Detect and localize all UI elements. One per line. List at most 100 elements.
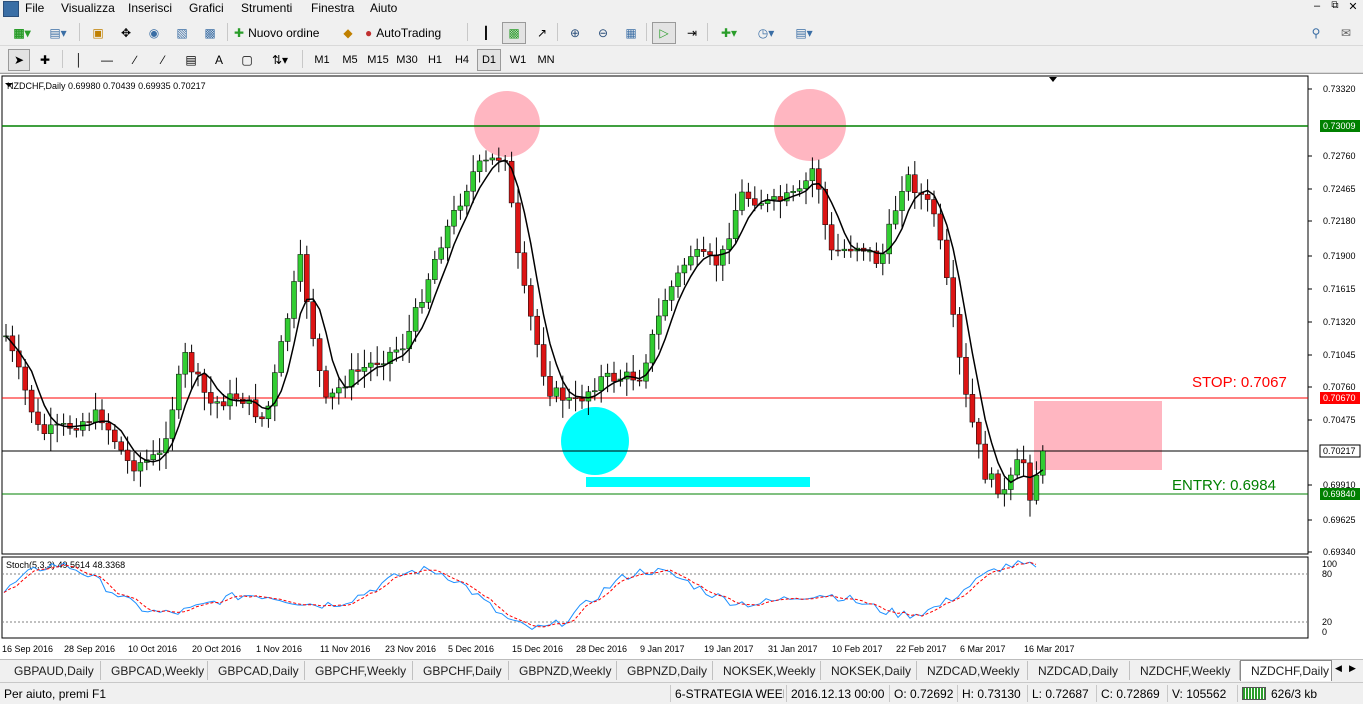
chart-canvas[interactable]: NZDCHF,Daily 0.69980 0.70439 0.69935 0.7… — [0, 74, 1363, 660]
text-tool-icon[interactable]: A — [208, 49, 230, 71]
status-close: C: 0.72869 — [1096, 685, 1165, 702]
horizontal-line-icon[interactable]: — — [96, 49, 118, 71]
bearish-candle — [105, 422, 112, 431]
status-help: Per aiuto, premi F1 — [4, 686, 107, 701]
expert-editor-icon[interactable]: ◆ — [336, 22, 360, 44]
stochastic-frame — [1, 556, 1309, 639]
bullish-candle — [156, 452, 163, 455]
bullish-candle — [412, 307, 419, 332]
zoom-in-icon[interactable]: ⊕ — [563, 22, 587, 44]
chart-window[interactable]: NZDCHF,Daily 0.69980 0.70439 0.69935 0.7… — [0, 73, 1363, 662]
tab-nzdcad-weekly[interactable]: NZDCAD,Weekly — [917, 661, 1028, 680]
bullish-candle — [566, 397, 572, 401]
line-chart-icon[interactable]: ↗ — [530, 22, 554, 44]
timeframe-m30[interactable]: M30 — [393, 49, 421, 71]
profiles-icon[interactable]: ▤▾ — [42, 22, 74, 44]
bearish-candle — [1027, 462, 1033, 501]
bearish-candle — [374, 362, 380, 365]
menu-tools[interactable]: Strumenti — [241, 1, 292, 15]
channel-icon[interactable]: ⁄ — [152, 49, 174, 71]
chart-shift-icon[interactable]: ⇥ — [680, 22, 704, 44]
tab-gbpnzd-weekly[interactable]: GBPNZD,Weekly — [509, 661, 617, 680]
bearish-candle — [752, 198, 758, 206]
bullish-candle — [48, 424, 54, 434]
zoom-out-icon[interactable]: ⊖ — [591, 22, 615, 44]
new-order-button[interactable]: ✚ Nuovo ordine — [233, 22, 333, 44]
menu-help[interactable]: Aiuto — [370, 1, 397, 15]
timeframe-d1[interactable]: D1 — [477, 49, 501, 71]
price-tick-label: 0.69340 — [1323, 547, 1356, 557]
tab-nzdchf-weekly[interactable]: NZDCHF,Weekly — [1130, 661, 1240, 680]
connection-bars-icon — [1242, 687, 1266, 700]
text-label-icon[interactable]: ▢ — [236, 49, 258, 71]
bearish-candle — [547, 376, 553, 397]
minimize-icon[interactable]: – — [1310, 0, 1324, 14]
menu-window[interactable]: Finestra — [311, 1, 354, 15]
autotrading-button[interactable]: ● AutoTrading — [364, 22, 462, 44]
price-tick-label: 0.71615 — [1323, 284, 1356, 294]
tab-nzdchf-daily[interactable]: NZDCHF,Daily — [1240, 660, 1332, 681]
menu-view[interactable]: Visualizza — [61, 1, 115, 15]
candlestick-chart-icon[interactable]: ▩ — [502, 22, 526, 44]
timeframe-h1[interactable]: H1 — [423, 49, 447, 71]
tab-noksek-weekly[interactable]: NOKSEK,Weekly — [713, 661, 821, 680]
periods-icon[interactable]: ◷▾ — [750, 22, 782, 44]
templates-icon[interactable]: ▤▾ — [787, 22, 821, 44]
tab-nzdcad-daily[interactable]: NZDCAD,Daily — [1028, 661, 1130, 680]
status-profile[interactable]: 6-STRATEGIA WEEKL — [670, 685, 784, 702]
tabs-scroll-left-icon[interactable]: ◀ — [1335, 663, 1347, 677]
arrows-tool-icon[interactable]: ⇅▾ — [264, 49, 296, 71]
indicators-icon[interactable]: ✚▾ — [713, 22, 745, 44]
terminal-icon[interactable]: ▧ — [170, 22, 194, 44]
chat-icon[interactable]: ✉ — [1333, 22, 1359, 44]
bullish-candle — [393, 349, 400, 353]
price-tick-label: 0.72465 — [1323, 184, 1356, 194]
timeframe-m5[interactable]: M5 — [337, 49, 363, 71]
tab-gbpchf-daily[interactable]: GBPCHF,Daily — [413, 661, 509, 680]
stoch-tick-0: 0 — [1322, 627, 1327, 637]
status-low: L: 0.72687 — [1027, 685, 1094, 702]
standard-toolbar: ▦▾ ▤▾ ▣ ✥ ◉ ▧ ▩ ✚ Nuovo ordine ◆ ● AutoTra… — [0, 19, 1363, 46]
trendline-icon[interactable]: ∕ — [124, 49, 146, 71]
bullish-candle — [809, 168, 816, 182]
data-window-icon[interactable]: ✥ — [114, 22, 138, 44]
bearish-candle — [937, 213, 944, 241]
restore-icon[interactable]: ⧉ — [1328, 0, 1342, 14]
tab-gbpchf-weekly[interactable]: GBPCHF,Weekly — [305, 661, 413, 680]
status-connection[interactable]: 626/3 kb — [1237, 685, 1361, 702]
timeframe-w1[interactable]: W1 — [506, 49, 530, 71]
menu-insert[interactable]: Inserisci — [128, 1, 172, 15]
tile-windows-icon[interactable]: ▦ — [619, 22, 643, 44]
timeframe-m1[interactable]: M1 — [309, 49, 335, 71]
vertical-line-icon[interactable]: │ — [68, 49, 90, 71]
bar-chart-icon[interactable]: ┃ — [474, 22, 498, 44]
tab-gbpcad-daily[interactable]: GBPCAD,Daily — [208, 661, 305, 680]
new-chart-icon[interactable]: ▦▾ — [6, 22, 38, 44]
bullish-candle — [585, 391, 592, 402]
close-icon[interactable]: ✕ — [1346, 0, 1360, 14]
app-icon[interactable] — [3, 1, 19, 17]
auto-scroll-icon[interactable]: ▷ — [652, 22, 676, 44]
timeframe-mn[interactable]: MN — [533, 49, 559, 71]
bottom-highlight-circle — [561, 407, 629, 475]
cursor-icon[interactable]: ➤ — [8, 49, 30, 71]
tab-noksek-daily[interactable]: NOKSEK,Daily — [821, 661, 917, 680]
timeframe-m15[interactable]: M15 — [364, 49, 392, 71]
tabs-scroll-right-icon[interactable]: ▶ — [1349, 663, 1361, 677]
bearish-candle — [534, 315, 540, 345]
fibonacci-icon[interactable]: ▤ — [180, 49, 202, 71]
search-icon[interactable]: ⚲ — [1305, 22, 1327, 44]
tab-gbpcad-weekly[interactable]: GBPCAD,Weekly — [101, 661, 208, 680]
market-watch-icon[interactable]: ▣ — [86, 22, 110, 44]
bearish-candle — [496, 157, 502, 161]
bearish-candle — [745, 191, 752, 199]
navigator-icon[interactable]: ◉ — [142, 22, 166, 44]
menu-charts[interactable]: Grafici — [189, 1, 224, 15]
timeframe-h4[interactable]: H4 — [450, 49, 474, 71]
menu-file[interactable]: File — [25, 1, 44, 15]
strategy-tester-icon[interactable]: ▩ — [198, 22, 222, 44]
chart-header-text: NZDCHF,Daily 0.69980 0.70439 0.69935 0.7… — [7, 81, 206, 91]
tab-gbpaud-daily[interactable]: GBPAUD,Daily — [4, 661, 101, 680]
crosshair-icon[interactable]: ✚ — [34, 49, 56, 71]
tab-gbpnzd-daily[interactable]: GBPNZD,Daily — [617, 661, 713, 680]
